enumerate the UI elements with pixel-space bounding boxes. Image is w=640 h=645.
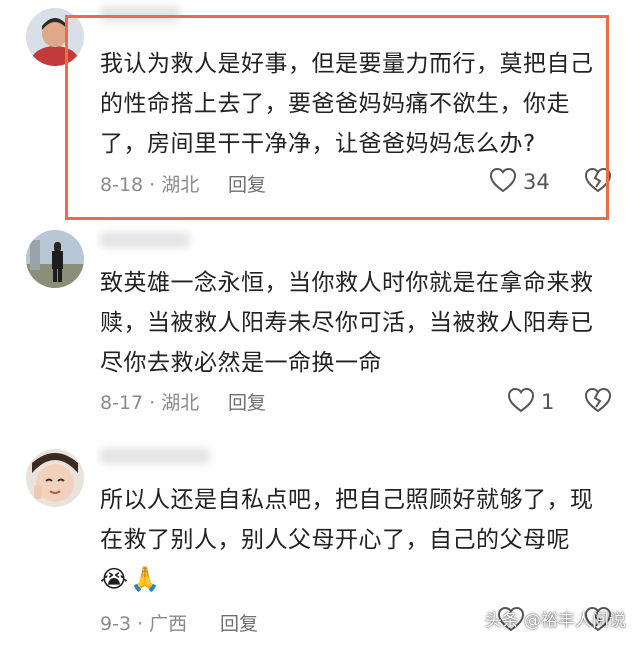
reply-button[interactable]: 回复	[220, 609, 258, 636]
comment-text: 所以人还是自私点吧，把自己照顾好就够了，现 在救了别人，别人父母开心了，自己的父…	[100, 487, 594, 553]
comment-text: 致英雄一念永恒，当你救人时你就是在拿命来救 赎，当被救人阳寿未尽你可活，当被救人…	[100, 270, 594, 376]
emoji-row: 😭 🙏	[100, 564, 160, 594]
heart-outline-icon	[507, 387, 535, 417]
comment-2: 致英雄一念永恒，当你救人时你就是在拿命来救 赎，当被救人阳寿未尽你可活，当被救人…	[0, 225, 640, 440]
highlight-box	[65, 15, 609, 220]
comment-date-location: 9-3 · 广西	[100, 613, 188, 635]
user-avatar[interactable]	[26, 230, 84, 288]
like-button[interactable]: 1	[507, 387, 554, 417]
username-blurred[interactable]	[100, 232, 190, 248]
username-blurred[interactable]	[100, 448, 210, 464]
crying-face-icon: 😭	[100, 565, 129, 593]
folded-hands-icon: 🙏	[130, 565, 160, 593]
comment-date-location: 8-17 · 湖北	[100, 392, 200, 414]
watermark: 头条 @裕丰人间说	[484, 611, 626, 631]
dislike-button[interactable]	[584, 387, 612, 417]
user-avatar[interactable]	[26, 449, 84, 507]
broken-heart-icon	[584, 387, 612, 417]
reply-button[interactable]: 回复	[228, 388, 266, 415]
like-count: 1	[541, 390, 555, 414]
